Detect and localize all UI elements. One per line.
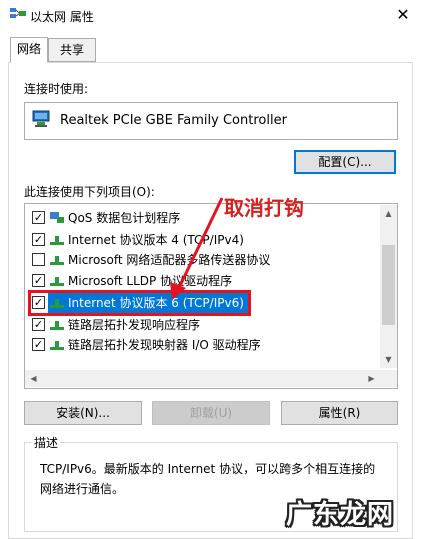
properties-button[interactable]: 属性(R): [281, 401, 398, 425]
description-legend: 描述: [32, 434, 61, 451]
checkbox[interactable]: ✓: [32, 211, 45, 224]
close-icon: ✕: [396, 5, 410, 24]
scroll-left-icon[interactable]: ◀: [25, 370, 42, 387]
uninstall-button[interactable]: 卸载(U): [152, 401, 270, 425]
checkbox[interactable]: ✓: [32, 233, 45, 246]
annotation-text: 取消打钩: [224, 196, 304, 220]
description-line-1: TCP/IPv6。最新版本的 Internet 协议，可以跨多个相互连接的: [40, 462, 376, 476]
checkbox[interactable]: ✓: [32, 318, 45, 331]
scroll-corner: [380, 370, 397, 387]
checkbox[interactable]: ✓: [32, 274, 45, 287]
connect-using-label: 连接时使用:: [24, 82, 89, 96]
list-item[interactable]: ✓ 链路层拓扑发现响应程序: [32, 315, 200, 335]
list-item-label: 链路层拓扑发现响应程序: [68, 318, 201, 332]
description-line-2: 网络进行通信。: [40, 482, 125, 496]
checkbox[interactable]: [32, 253, 45, 266]
list-item[interactable]: ✓ QoS 数据包计划程序: [32, 208, 180, 228]
list-item-label: 链路层拓扑发现映射器 I/O 驱动程序: [68, 338, 261, 352]
list-item[interactable]: ✓ 链路层拓扑发现映射器 I/O 驱动程序: [32, 335, 261, 355]
protocol-icon: [50, 255, 64, 265]
vertical-scrollbar[interactable]: ▲ ▼: [380, 205, 397, 368]
watermark: 广东龙网: [286, 500, 395, 530]
tab-network[interactable]: 网络: [10, 37, 48, 63]
scroll-up-icon[interactable]: ▲: [380, 205, 397, 222]
horizontal-scrollbar[interactable]: ◀ ▶: [25, 370, 380, 387]
protocol-icon: [50, 320, 64, 330]
network-adapter-icon: [10, 8, 26, 18]
scroll-thumb[interactable]: [382, 245, 395, 325]
protocol-icon: [50, 235, 64, 245]
annotation-arrow: [170, 197, 224, 300]
list-item[interactable]: Microsoft 网络适配器多路传送器协议: [32, 250, 270, 270]
configure-button[interactable]: 配置(C)...: [294, 150, 396, 174]
protocol-icon: [50, 340, 64, 350]
qos-icon: [50, 211, 64, 223]
window-title: 以太网 属性: [30, 10, 94, 24]
adapter-name: Realtek PCIe GBE Family Controller: [60, 113, 287, 128]
scroll-right-icon[interactable]: ▶: [363, 370, 380, 387]
items-label: 此连接使用下列项目(O):: [24, 185, 155, 199]
close-button[interactable]: ✕: [392, 4, 414, 26]
checkbox[interactable]: ✓: [32, 338, 45, 351]
protocol-icon: [50, 276, 64, 286]
adapter-icon: [32, 110, 50, 127]
tab-sharing[interactable]: 共享: [48, 38, 96, 62]
scroll-down-icon[interactable]: ▼: [380, 351, 397, 368]
install-button[interactable]: 安装(N)...: [24, 401, 142, 425]
